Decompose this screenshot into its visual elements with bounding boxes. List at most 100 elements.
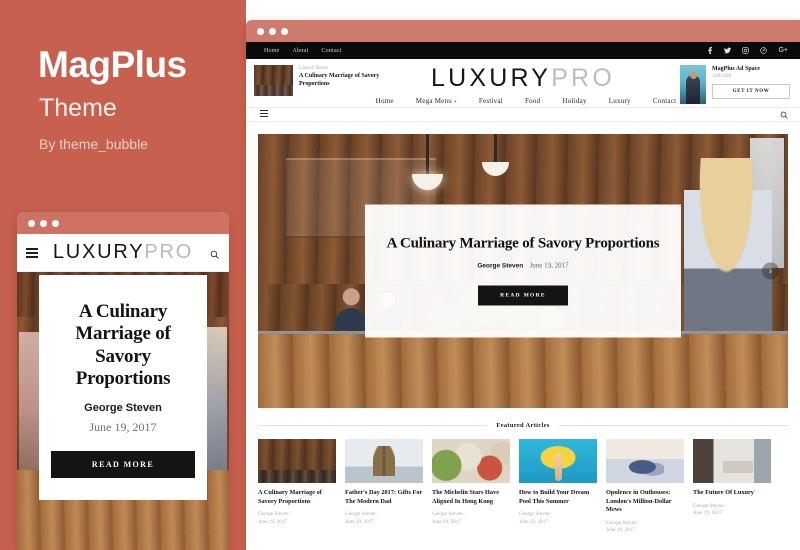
mobile-brand-logo[interactable]: LUXURYPRO [53, 241, 193, 264]
brand-primary: LUXURY [431, 64, 552, 92]
nav-label-mega-menu: Mega Menu [415, 97, 453, 105]
topbar-links: Home About Contact [264, 48, 342, 54]
topbar-link-home[interactable]: Home [264, 48, 279, 54]
window-dot-close-icon[interactable] [28, 219, 35, 227]
article-title[interactable]: The Michelin Stars Have Aligned In Hong … [432, 489, 510, 506]
browser-window: Home About Contact G+ Latest News A Culi… [246, 20, 800, 550]
mobile-read-more-button[interactable]: READ MORE [51, 450, 195, 478]
article-thumbnail [519, 439, 597, 483]
article-title[interactable]: Opulence in Outhouses: London's Million-… [606, 489, 684, 515]
hero-slide: A Culinary Marriage of Savory Proportion… [258, 134, 788, 408]
nav-label-home: Home [375, 97, 394, 105]
window-close-icon[interactable] [257, 27, 264, 35]
article-title[interactable]: A Culinary Marriage of Savory Proportion… [258, 489, 336, 506]
promo-author: By theme_bubble [39, 136, 148, 152]
article-card[interactable]: How to Build Your Dream Pool This Summer… [519, 439, 597, 535]
hero-read-more-button[interactable]: READ MORE [478, 285, 568, 306]
divider-right [558, 425, 788, 426]
ad-size-label: 328x100 [712, 73, 732, 79]
mobile-search-icon[interactable] [210, 246, 219, 264]
twitter-icon[interactable] [724, 47, 732, 54]
article-author: George Steven · [606, 519, 640, 526]
article-card[interactable]: Father's Day 2017: Gifts For The Modern … [345, 439, 423, 535]
facebook-icon[interactable] [707, 47, 713, 54]
latest-news-block[interactable]: Latest News A Culinary Marriage of Savor… [254, 65, 380, 96]
mobile-hero-author: George Steven [84, 401, 162, 414]
mobile-hamburger-icon[interactable] [26, 248, 38, 260]
brand-secondary: PRO [551, 64, 615, 92]
article-card[interactable]: The Michelin Stars Have Aligned In Hong … [432, 439, 510, 535]
promo-panel: MagPlus Theme By theme_bubble LUXURYPRO [0, 0, 246, 550]
hero-caption-box: A Culinary Marriage of Savory Proportion… [365, 204, 681, 338]
ad-space[interactable]: MagPlus Ad Space 328x100 GET IT NOW [680, 65, 790, 104]
window-maximize-icon[interactable] [281, 27, 288, 35]
mobile-brand-primary: LUXURY [52, 241, 145, 263]
get-it-now-button[interactable]: GET IT NOW [712, 84, 790, 99]
article-date: June 19, 2017 [432, 518, 461, 525]
mobile-titlebar [17, 212, 229, 234]
hero-slider-section: A Culinary Marriage of Savory Proportion… [246, 122, 800, 408]
pinterest-icon[interactable] [760, 47, 768, 54]
nav-label-contact: Contact [652, 97, 677, 105]
nav-item-festival[interactable]: Festival [479, 97, 503, 105]
article-date: June 19, 2017 [606, 527, 635, 534]
article-date: June 19, 2017 [345, 518, 374, 525]
article-card[interactable]: A Culinary Marriage of Savory Proportion… [258, 439, 336, 535]
mobile-hero-title: A Culinary Marriage of Savory Proportion… [75, 301, 171, 390]
article-title[interactable]: Father's Day 2017: Gifts For The Modern … [345, 489, 423, 506]
hero-author: George Steven [477, 262, 524, 270]
latest-news-label: Latest News [299, 65, 329, 71]
article-title[interactable]: How to Build Your Dream Pool This Summer [519, 489, 597, 506]
latest-news-thumbnail [254, 65, 293, 96]
mobile-preview-window: LUXURYPRO A Culinary Marriage of Savory … [17, 212, 229, 550]
ad-thumbnail [680, 65, 706, 104]
nav-item-luxury[interactable]: Luxury [609, 97, 631, 105]
hero-meta-separator: · [525, 261, 528, 270]
search-icon[interactable] [780, 106, 788, 124]
hamburger-menu-icon[interactable] [260, 110, 268, 119]
nav-label-holiday: Holiday [562, 97, 587, 105]
window-dot-maximize-icon[interactable] [52, 219, 59, 227]
window-minimize-icon[interactable] [269, 27, 276, 35]
nav-label-luxury: Luxury [608, 97, 631, 105]
article-date: June 19, 2017 [258, 518, 287, 525]
article-author: George Steven · [693, 502, 727, 509]
hero-title: A Culinary Marriage of Savory Proportion… [386, 235, 660, 252]
social-links: G+ [707, 47, 788, 54]
article-thumbnail [432, 439, 510, 483]
slider-next-arrow-icon[interactable]: › [762, 262, 779, 280]
nav-label-food: Food [524, 97, 541, 105]
window-dot-minimize-icon[interactable] [40, 219, 47, 227]
article-thumbnail [258, 439, 336, 483]
topbar-link-about[interactable]: About [292, 48, 308, 54]
nav-item-mega-menu[interactable]: Mega Menu ▾ [416, 97, 457, 105]
nav-item-food[interactable]: Food [525, 97, 540, 105]
article-card[interactable]: The Future Of Luxury George Steven · Jun… [693, 439, 771, 535]
nav-item-home[interactable]: Home [376, 97, 394, 105]
article-title[interactable]: The Future Of Luxury [693, 489, 771, 498]
article-date: June 19, 2017 [519, 518, 548, 525]
mobile-hero-caption: A Culinary Marriage of Savory Proportion… [39, 275, 207, 500]
featured-articles-list: A Culinary Marriage of Savory Proportion… [246, 429, 800, 535]
nav-item-holiday[interactable]: Holiday [562, 97, 586, 105]
site-masthead: Latest News A Culinary Marriage of Savor… [246, 59, 800, 107]
browser-titlebar [246, 20, 800, 42]
google-plus-icon[interactable]: G+ [778, 47, 788, 54]
article-author: George Steven · [345, 511, 379, 517]
featured-articles-title: Featured Articles [496, 422, 550, 429]
hero-date: June 19, 2017 [529, 261, 569, 270]
article-date: June 19, 2017 [693, 510, 722, 517]
topbar-link-contact[interactable]: Contact [321, 48, 341, 54]
chevron-down-icon: ▾ [454, 100, 457, 105]
mobile-hero-image: A Culinary Marriage of Savory Proportion… [17, 272, 229, 550]
latest-news-title[interactable]: A Culinary Marriage of Savory Proportion… [299, 73, 380, 89]
article-card[interactable]: Opulence in Outhouses: London's Million-… [606, 439, 684, 535]
nav-item-contact[interactable]: Contact [653, 97, 677, 105]
divider-left [258, 425, 488, 426]
article-author: George Steven · [258, 511, 292, 517]
instagram-icon[interactable] [742, 47, 750, 54]
primary-navigation: Home Mega Menu ▾ Festival Food Holiday Lu… [372, 94, 680, 108]
article-thumbnail [345, 439, 423, 483]
article-thumbnail [693, 439, 771, 483]
mobile-header: LUXURYPRO [17, 234, 229, 272]
